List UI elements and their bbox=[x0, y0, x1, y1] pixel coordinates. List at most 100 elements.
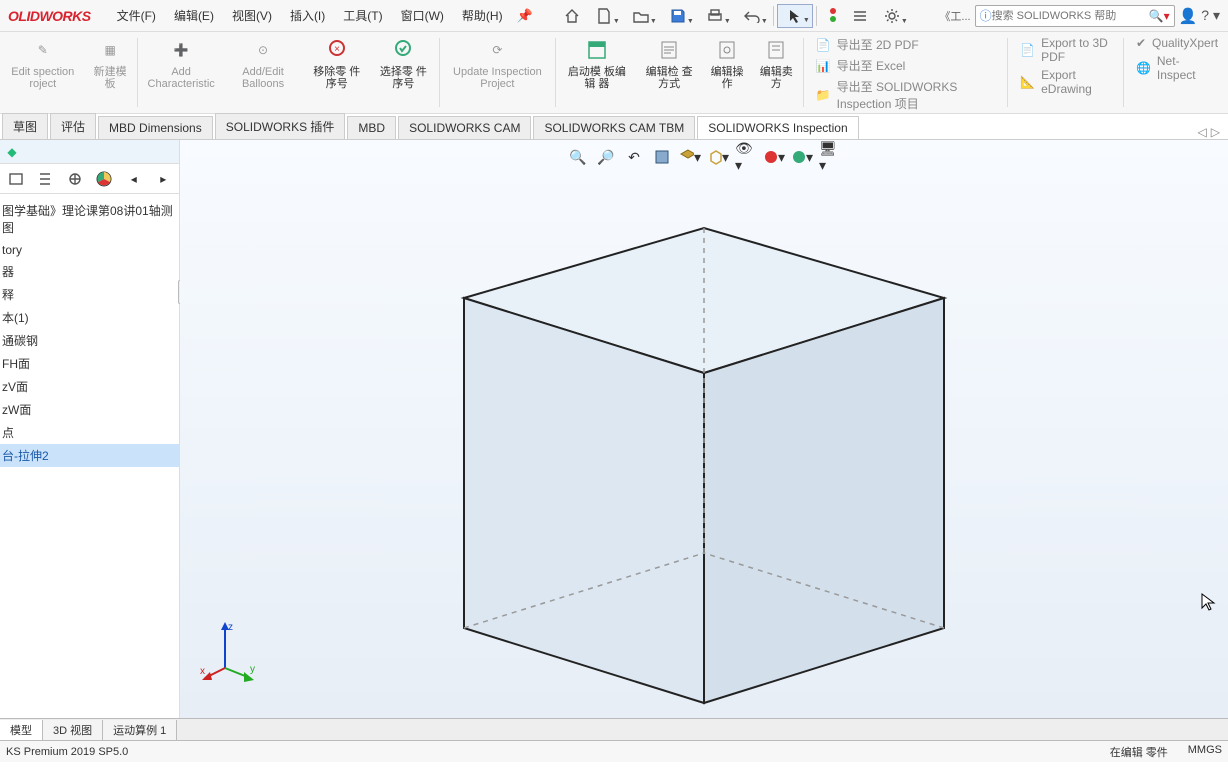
update-inspection-button[interactable]: ⟳Update Inspection Project bbox=[442, 32, 554, 113]
edit-vendor-button[interactable]: 编辑卖 方 bbox=[752, 32, 801, 113]
command-tabs: 草图 评估 MBD Dimensions SOLIDWORKS 插件 MBD S… bbox=[0, 114, 1228, 140]
tab-motion-study[interactable]: 运动算例 1 bbox=[103, 720, 177, 740]
tab-inspection[interactable]: SOLIDWORKS Inspection bbox=[697, 116, 858, 139]
remove-balloon-button[interactable]: ×移除零 件序号 bbox=[303, 32, 370, 113]
view-orientation-icon[interactable]: ▾ bbox=[679, 146, 701, 168]
tab-mbd[interactable]: MBD bbox=[347, 116, 396, 139]
app-logo: OLIDWORKS bbox=[0, 8, 99, 24]
help-icon: ⓘ bbox=[980, 7, 992, 24]
select-balloon-button[interactable]: 选择零 件序号 bbox=[370, 32, 437, 113]
search-area: 《工... ⓘ 🔍▾ 👤 ? ▾ bbox=[939, 5, 1228, 27]
tree-item[interactable]: 通碳钢 bbox=[0, 329, 179, 352]
undo-button[interactable]: ▼ bbox=[734, 4, 770, 28]
tree-item[interactable]: FH面 bbox=[0, 352, 179, 375]
user-icon[interactable]: 👤 bbox=[1179, 7, 1198, 25]
print-button[interactable]: ▼ bbox=[697, 4, 733, 28]
new-template-button[interactable]: ▦新建模 板 bbox=[86, 32, 135, 113]
search-input[interactable] bbox=[992, 10, 1145, 22]
status-bar: KS Premium 2019 SP5.0 在编辑 零件 MMGS bbox=[0, 740, 1228, 762]
scene-icon[interactable]: ▾ bbox=[791, 146, 813, 168]
section-view-icon[interactable] bbox=[651, 146, 673, 168]
menu-tools[interactable]: 工具(T) bbox=[335, 3, 390, 28]
pin-icon[interactable]: 📌 bbox=[511, 4, 539, 28]
tree-root[interactable]: 图学基础》理论课第08讲01轴测图 bbox=[0, 198, 179, 240]
tab-model[interactable]: 模型 bbox=[0, 720, 43, 740]
menu-edit[interactable]: 编辑(E) bbox=[166, 3, 222, 28]
previous-view-icon[interactable]: ↶ bbox=[623, 146, 645, 168]
help-dropdown[interactable]: ? ▾ bbox=[1201, 7, 1220, 24]
traffic-light-icon[interactable] bbox=[820, 4, 846, 28]
feature-tree[interactable]: 图学基础》理论课第08讲01轴测图 tory器释本(1)通碳钢FH面zV面zW面… bbox=[0, 194, 179, 718]
ok-icon[interactable]: ◆ bbox=[0, 145, 24, 159]
tab-mbd-dim[interactable]: MBD Dimensions bbox=[98, 116, 213, 139]
edit-inspection-method-button[interactable]: 编辑检 查方式 bbox=[636, 32, 703, 113]
edit-inspection-project-button[interactable]: ✎Edit spection roject bbox=[0, 32, 86, 113]
status-units[interactable]: MMGS bbox=[1188, 744, 1222, 760]
tree-item[interactable]: 台-拉伸2 bbox=[0, 444, 179, 467]
add-characteristic-button[interactable]: ➕Add Characteristic bbox=[140, 32, 223, 113]
tree-next-icon[interactable]: ▸ bbox=[152, 167, 176, 191]
toolbar-overflow[interactable]: 《工... bbox=[939, 8, 970, 24]
export-sw-inspection-button[interactable]: 📁导出至 SOLIDWORKS Inspection 项目 bbox=[816, 78, 996, 112]
net-inspect-button[interactable]: 🌐Net-Inspect bbox=[1136, 54, 1218, 82]
tab-3dview[interactable]: 3D 视图 bbox=[43, 720, 103, 740]
tree-item[interactable]: 器 bbox=[0, 260, 179, 283]
export-group-right: 📄Export to 3D PDF 📐Export eDrawing bbox=[1010, 32, 1121, 113]
menu-help[interactable]: 帮助(H) bbox=[454, 3, 511, 28]
tree-item[interactable]: 释 bbox=[0, 283, 179, 306]
zoom-fit-icon[interactable]: 🔍 bbox=[567, 146, 589, 168]
settings-button[interactable]: ▼ bbox=[874, 4, 910, 28]
tab-prev-icon[interactable]: ◁ bbox=[1198, 125, 1207, 139]
menu-file[interactable]: 文件(F) bbox=[109, 3, 164, 28]
graphics-viewport[interactable]: 🔍 🔎 ↶ ▾ ▾ 👁▾ ▾ ▾ 🖥▾ z x y bbox=[180, 140, 1228, 718]
export-excel-button[interactable]: 📊导出至 Excel bbox=[816, 57, 996, 74]
home-button[interactable] bbox=[559, 4, 585, 28]
tab-sketch[interactable]: 草图 bbox=[2, 113, 48, 139]
template-editor-button[interactable]: 启动模 板编辑 器 bbox=[558, 32, 636, 113]
qualityxpert-button[interactable]: ✔QualityXpert bbox=[1136, 36, 1218, 50]
tab-cam[interactable]: SOLIDWORKS CAM bbox=[398, 116, 531, 139]
pdf-icon: 📄 bbox=[816, 38, 831, 52]
new-button[interactable]: ▼ bbox=[586, 4, 622, 28]
open-button[interactable]: ▼ bbox=[623, 4, 659, 28]
edit-operation-button[interactable]: 编辑操 作 bbox=[702, 32, 751, 113]
add-edit-balloons-button[interactable]: ⊙Add/Edit Balloons bbox=[223, 32, 304, 113]
export-2d-pdf-button[interactable]: 📄导出至 2D PDF bbox=[816, 36, 996, 53]
svg-text:z: z bbox=[228, 622, 233, 633]
select-button[interactable]: ▼ bbox=[777, 4, 813, 28]
tab-evaluate[interactable]: 评估 bbox=[50, 113, 96, 139]
menu-view[interactable]: 视图(V) bbox=[224, 3, 280, 28]
view-triad[interactable]: z x y bbox=[200, 618, 270, 688]
search-icon[interactable]: 🔍▾ bbox=[1149, 9, 1170, 23]
menu-window[interactable]: 窗口(W) bbox=[393, 3, 452, 28]
export-edrawing-button[interactable]: 📐Export eDrawing bbox=[1020, 68, 1111, 96]
tree-item[interactable]: zV面 bbox=[0, 375, 179, 398]
hide-show-icon[interactable]: 👁▾ bbox=[735, 146, 757, 168]
list-icon[interactable] bbox=[847, 4, 873, 28]
tab-cam-tbm[interactable]: SOLIDWORKS CAM TBM bbox=[533, 116, 695, 139]
tab-addins[interactable]: SOLIDWORKS 插件 bbox=[215, 113, 346, 139]
model-cube bbox=[444, 198, 964, 718]
menu-insert[interactable]: 插入(I) bbox=[282, 3, 333, 28]
view-settings-icon[interactable]: 🖥▾ bbox=[819, 146, 841, 168]
tree-tab-4[interactable] bbox=[93, 167, 117, 191]
tab-next-icon[interactable]: ▷ bbox=[1211, 125, 1220, 139]
zoom-area-icon[interactable]: 🔎 bbox=[595, 146, 617, 168]
tree-item[interactable]: 点 bbox=[0, 421, 179, 444]
bottom-tabs: 模型 3D 视图 运动算例 1 bbox=[0, 718, 1228, 740]
search-box[interactable]: ⓘ 🔍▾ bbox=[975, 5, 1175, 27]
save-button[interactable]: ▼ bbox=[660, 4, 696, 28]
tree-tab-2[interactable] bbox=[34, 167, 58, 191]
export-3d-pdf-button[interactable]: 📄Export to 3D PDF bbox=[1020, 36, 1111, 64]
tree-prev-icon[interactable]: ◂ bbox=[122, 167, 146, 191]
svg-text:y: y bbox=[250, 664, 255, 675]
tree-tab-1[interactable] bbox=[4, 167, 28, 191]
tree-item[interactable]: zW面 bbox=[0, 398, 179, 421]
tree-tab-3[interactable] bbox=[63, 167, 87, 191]
sidebar-toolbar: ◆ bbox=[0, 140, 179, 164]
tree-item[interactable]: 本(1) bbox=[0, 306, 179, 329]
display-style-icon[interactable]: ▾ bbox=[707, 146, 729, 168]
appearance-icon[interactable]: ▾ bbox=[763, 146, 785, 168]
mouse-cursor bbox=[1200, 592, 1218, 612]
tree-item[interactable]: tory bbox=[0, 240, 179, 260]
